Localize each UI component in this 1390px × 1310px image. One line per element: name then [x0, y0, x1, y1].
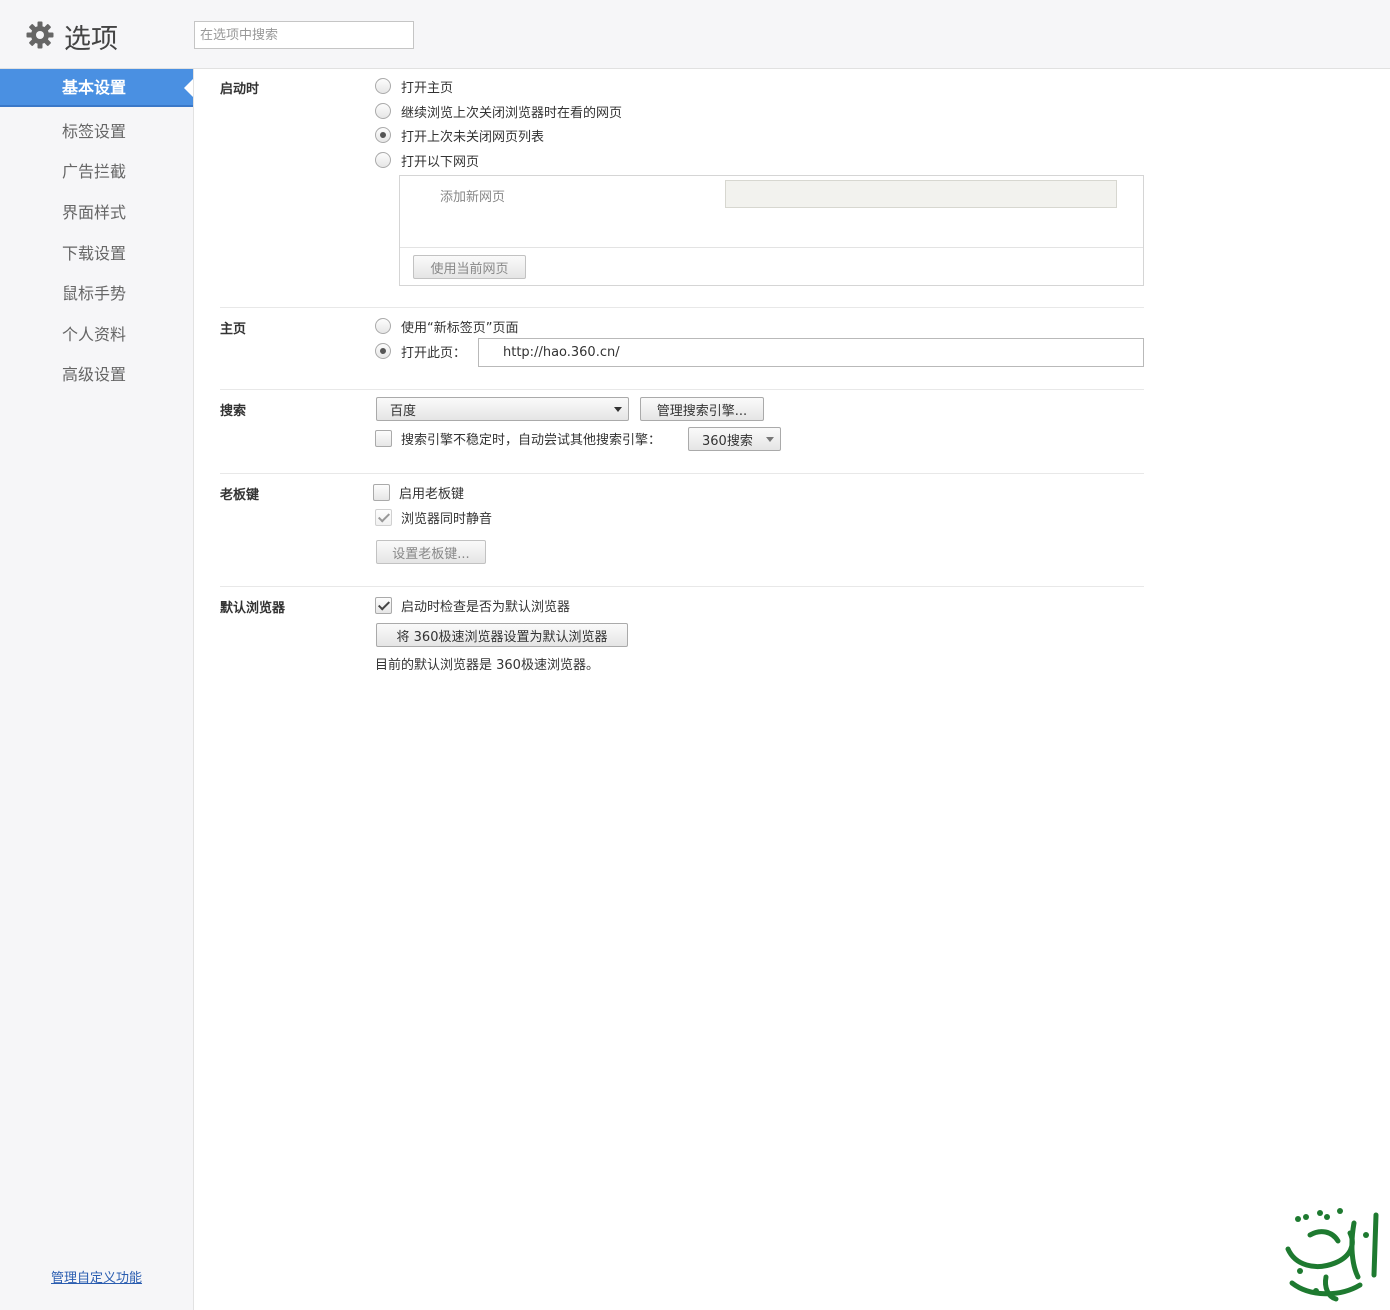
section-title-search: 搜索 — [220, 404, 247, 419]
chevron-down-icon — [766, 437, 774, 442]
default-browser-check-checkbox[interactable] — [375, 596, 392, 614]
add-page-input[interactable] — [725, 180, 1117, 208]
sidebar-item-label: 鼠标手势 — [62, 284, 127, 303]
radio-button[interactable] — [375, 127, 391, 143]
sidebar-item-mouse-gestures[interactable]: 鼠标手势 — [0, 275, 193, 313]
startup-pages-list: 添加新网页 使用当前网页 — [399, 175, 1144, 286]
boss-key-enable-checkbox[interactable] — [373, 483, 390, 501]
sidebar-item-label: 个人资料 — [62, 325, 127, 344]
sidebar-item-appearance[interactable]: 界面样式 — [0, 194, 193, 232]
set-boss-key-button[interactable]: 设置老板键... — [376, 540, 486, 564]
chevron-down-icon — [614, 407, 622, 412]
option-label: 打开主页 — [401, 80, 454, 96]
settings-search-input[interactable] — [194, 21, 414, 49]
homepage-url-value: http://hao.360.cn/ — [503, 345, 620, 360]
page-title: 选项 — [64, 24, 118, 55]
radio-button[interactable] — [375, 318, 391, 334]
divider — [400, 247, 1143, 248]
section-title-boss-key: 老板键 — [220, 488, 260, 503]
manage-custom-features-link[interactable]: 管理自定义功能 — [51, 1267, 142, 1286]
option-label: 打开此页： — [401, 345, 467, 361]
sidebar-item-label: 高级设置 — [62, 365, 127, 384]
radio-button[interactable] — [375, 343, 391, 359]
sidebar-item-label: 广告拦截 — [62, 162, 127, 181]
sidebar-item-basic-settings[interactable]: 基本设置 — [0, 69, 193, 107]
radio-button[interactable] — [375, 78, 391, 94]
boss-key-mute-option[interactable]: 浏览器同时静音 — [375, 507, 492, 527]
sidebar-item-label: 基本设置 — [62, 78, 127, 97]
option-label: 打开上次未关闭网页列表 — [401, 129, 545, 145]
startup-option-restore-list[interactable]: 打开上次未关闭网页列表 — [375, 125, 544, 145]
radio-button[interactable] — [375, 103, 391, 119]
set-default-browser-button[interactable]: 将 360极速浏览器设置为默认浏览器 — [376, 623, 628, 647]
sidebar-item-ad-block[interactable]: 广告拦截 — [0, 153, 193, 191]
homepage-url-input[interactable]: http://hao.360.cn/ — [478, 338, 1144, 367]
default-browser-status: 目前的默认浏览器是 360极速浏览器。 — [375, 658, 599, 673]
sidebar-item-advanced[interactable]: 高级设置 — [0, 356, 193, 394]
fallback-engine-select[interactable]: 360搜索 — [688, 427, 781, 451]
header: 选项 — [0, 0, 1390, 69]
option-label: 继续浏览上次关闭浏览器时在看的网页 — [401, 105, 623, 121]
boss-key-mute-checkbox[interactable] — [375, 508, 392, 526]
fallback-engine-value: 360搜索 — [702, 433, 753, 449]
option-label: 浏览器同时静音 — [401, 511, 493, 527]
sidebar-item-profile[interactable]: 个人资料 — [0, 316, 193, 354]
option-label: 启用老板键 — [399, 486, 465, 502]
option-label: 使用“新标签页”页面 — [401, 320, 519, 336]
default-browser-check-option[interactable]: 启动时检查是否为默认浏览器 — [375, 595, 570, 615]
active-indicator — [184, 79, 193, 97]
search-fallback-checkbox[interactable] — [375, 429, 392, 447]
search-engine-select[interactable]: 百度 — [376, 397, 629, 421]
search-fallback-option[interactable]: 搜索引擎不稳定时，自动尝试其他搜索引擎： — [375, 428, 661, 448]
startup-option-continue[interactable]: 继续浏览上次关闭浏览器时在看的网页 — [375, 101, 622, 121]
section-title-homepage: 主页 — [220, 322, 247, 337]
homepage-option-newtab[interactable]: 使用“新标签页”页面 — [375, 316, 518, 336]
divider — [220, 307, 1144, 308]
section-title-default-browser: 默认浏览器 — [220, 601, 286, 616]
option-label: 搜索引擎不稳定时，自动尝试其他搜索引擎： — [401, 432, 662, 448]
boss-key-enable-option[interactable]: 启用老板键 — [373, 482, 464, 502]
manage-search-engines-button[interactable]: 管理搜索引擎... — [640, 397, 764, 421]
startup-option-open-pages[interactable]: 打开以下网页 — [375, 150, 479, 170]
radio-button[interactable] — [375, 152, 391, 168]
add-page-label: 添加新网页 — [440, 190, 506, 205]
divider — [220, 586, 1144, 587]
sidebar-item-label: 标签设置 — [62, 122, 127, 141]
sidebar-item-downloads[interactable]: 下载设置 — [0, 235, 193, 273]
use-current-pages-button[interactable]: 使用当前网页 — [413, 255, 526, 279]
startup-option-homepage[interactable]: 打开主页 — [375, 76, 453, 96]
sidebar-item-tab-settings[interactable]: 标签设置 — [0, 113, 193, 151]
sidebar: 基本设置 标签设置 广告拦截 界面样式 下载设置 鼠标手势 个人资料 高级设置 … — [0, 69, 194, 1310]
homepage-option-open-page[interactable]: 打开此页： — [375, 341, 466, 361]
gear-icon — [26, 21, 54, 49]
calligraphy-logo — [1285, 1208, 1379, 1302]
option-label: 打开以下网页 — [401, 154, 480, 170]
search-engine-value: 百度 — [390, 403, 417, 419]
divider — [220, 473, 1144, 474]
sidebar-item-label: 界面样式 — [62, 203, 127, 222]
divider — [220, 389, 1144, 390]
section-title-startup: 启动时 — [220, 82, 260, 97]
sidebar-item-label: 下载设置 — [62, 244, 127, 263]
option-label: 启动时检查是否为默认浏览器 — [401, 599, 571, 615]
